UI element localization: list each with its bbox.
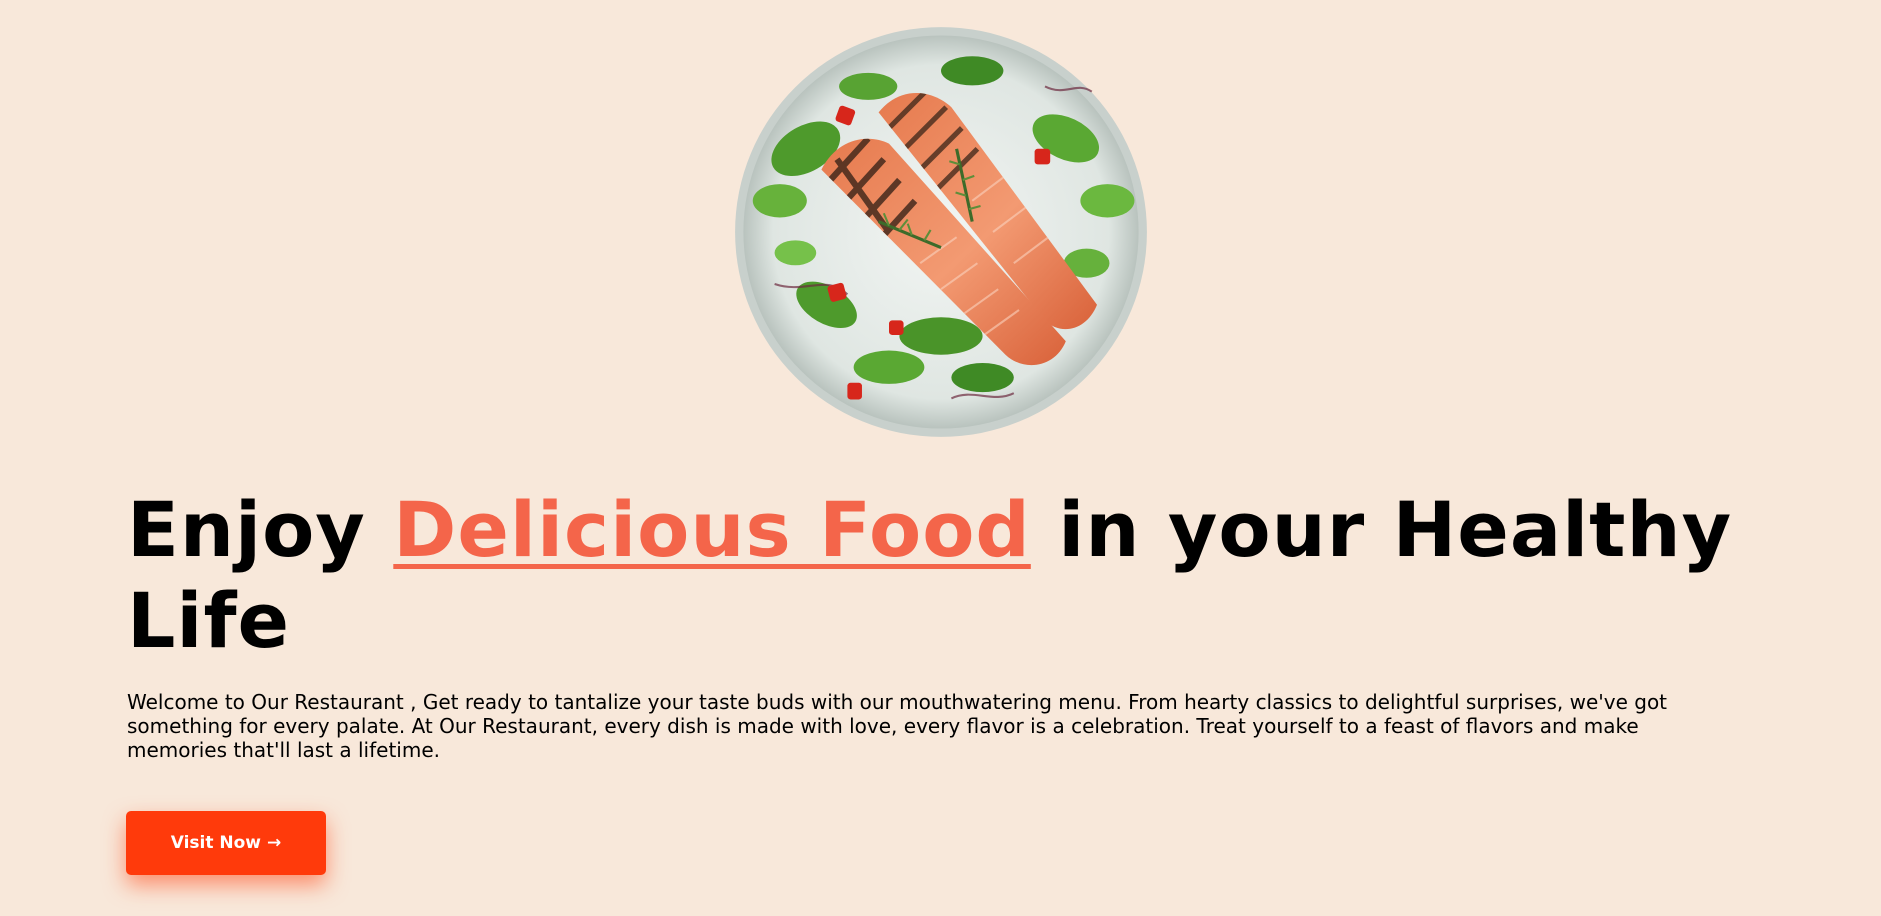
hero-food-image <box>733 24 1149 440</box>
hero-headline: Enjoy Delicious Food in your Healthy Lif… <box>127 484 1787 666</box>
visit-now-button[interactable]: Visit Now → <box>126 811 326 875</box>
visit-now-label: Visit Now <box>170 833 262 853</box>
arrow-right-icon: → <box>267 833 282 853</box>
hero-intro-text: Welcome to Our Restaurant , Get ready to… <box>127 690 1668 762</box>
headline-highlight: Delicious Food <box>393 485 1031 574</box>
headline-prefix: Enjoy <box>127 485 394 574</box>
